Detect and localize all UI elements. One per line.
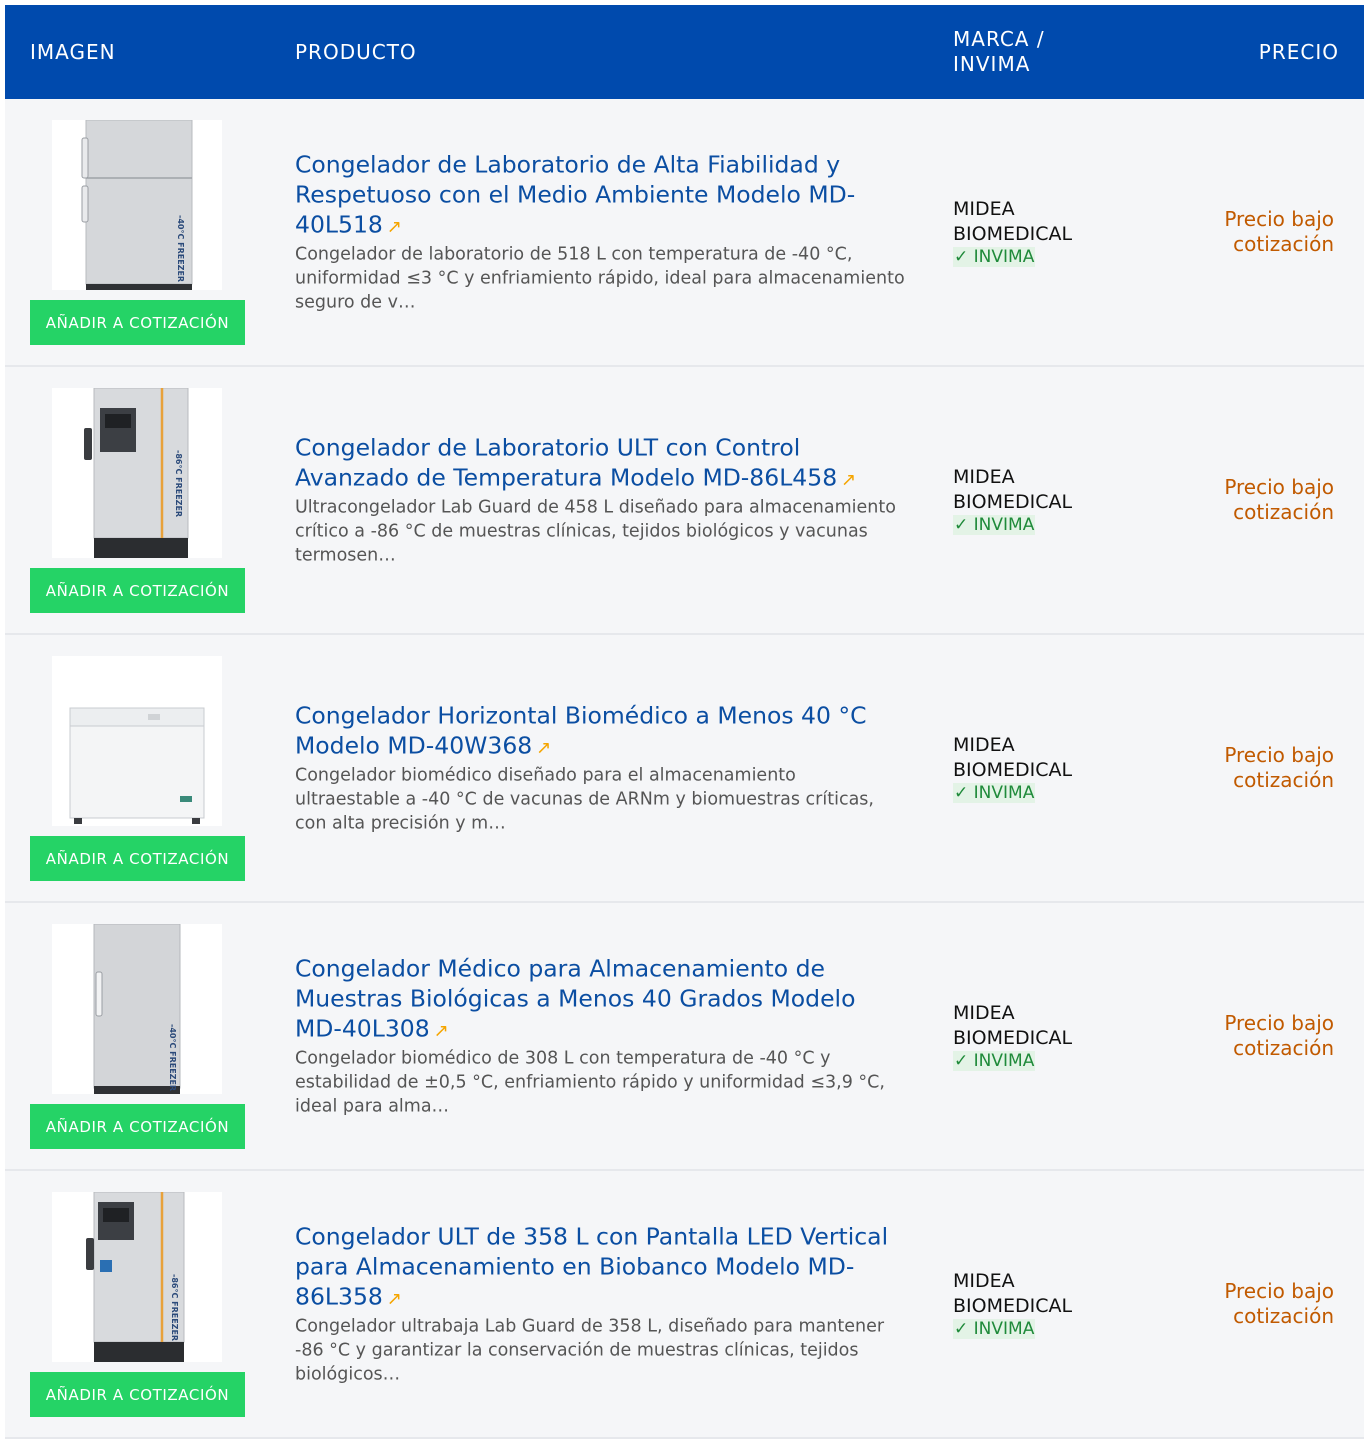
product-image[interactable] — [52, 656, 222, 826]
product-description: Ultracongelador Lab Guard de 458 L diseñ… — [295, 497, 896, 566]
upright-freezer-two-door-image: -40°C FREEZER — [81, 120, 193, 290]
product-description: Congelador ultrabaja Lab Guard de 358 L,… — [295, 1316, 885, 1385]
external-link-icon: ↗ — [433, 1020, 449, 1042]
price-text: Precio bajo cotización — [1224, 207, 1334, 256]
product-info: Congelador ULT de 358 L con Pantalla LED… — [295, 1222, 905, 1387]
external-link-icon: ↗ — [386, 216, 402, 238]
add-to-quote-button[interactable]: AÑADIR A COTIZACIÓN — [30, 300, 245, 345]
brand-name: MIDEA BIOMEDICAL — [953, 734, 1073, 781]
product-title: Congelador ULT de 358 L con Pantalla LED… — [295, 1222, 889, 1311]
external-link-icon: ↗ — [536, 737, 552, 759]
product-title: Congelador Médico para Almacenamiento de… — [295, 954, 856, 1043]
table-header: IMAGEN PRODUCTO MARCA / INVIMA PRECIO — [5, 5, 1364, 99]
ult-freezer-led-image: -86°C FREEZER — [86, 1192, 185, 1362]
svg-text:-40°C FREEZER: -40°C FREEZER — [176, 215, 185, 282]
add-to-quote-button[interactable]: AÑADIR A COTIZACIÓN — [30, 1372, 245, 1417]
invima-badge: ✓ INVIMA — [953, 1051, 1036, 1071]
brand-cell: MIDEA BIOMEDICAL ✓ INVIMA — [953, 1269, 1123, 1339]
upright-freezer-single-door-image: -40°C FREEZER — [93, 924, 181, 1094]
invima-badge: ✓ INVIMA — [953, 1319, 1036, 1339]
invima-badge: ✓ INVIMA — [953, 783, 1036, 803]
product-title-link[interactable]: Congelador de Laboratorio ULT con Contro… — [295, 433, 905, 496]
add-to-quote-button[interactable]: AÑADIR A COTIZACIÓN — [30, 568, 245, 613]
brand-name: MIDEA BIOMEDICAL — [953, 466, 1073, 513]
chest-freezer-image — [69, 707, 205, 824]
table-row: -40°C FREEZER AÑADIR A COTIZACIÓN Congel… — [5, 99, 1364, 367]
product-image[interactable]: -86°C FREEZER — [52, 1192, 222, 1362]
invima-badge: ✓ INVIMA — [953, 515, 1036, 535]
ult-freezer-image: -86°C FREEZER — [84, 388, 189, 558]
price-text: Precio bajo cotización — [1224, 1279, 1334, 1328]
svg-text:-86°C FREEZER: -86°C FREEZER — [170, 1274, 179, 1341]
product-image[interactable]: -40°C FREEZER — [52, 924, 222, 1094]
table-row: -86°C FREEZER AÑADIR A COTIZACIÓN Congel… — [5, 1171, 1364, 1439]
product-description: Congelador de laboratorio de 518 L con t… — [295, 244, 905, 313]
add-to-quote-button[interactable]: AÑADIR A COTIZACIÓN — [30, 1104, 245, 1149]
product-title-link[interactable]: Congelador Horizontal Biomédico a Menos … — [295, 701, 905, 764]
brand-cell: MIDEA BIOMEDICAL ✓ INVIMA — [953, 1001, 1123, 1071]
brand-cell: MIDEA BIOMEDICAL ✓ INVIMA — [953, 733, 1123, 803]
product-title: Congelador de Laboratorio ULT con Contro… — [295, 433, 838, 492]
brand-cell: MIDEA BIOMEDICAL ✓ INVIMA — [953, 197, 1123, 267]
product-image[interactable]: -40°C FREEZER — [52, 120, 222, 290]
product-image[interactable]: -86°C FREEZER — [52, 388, 222, 558]
external-link-icon: ↗ — [841, 469, 857, 491]
brand-cell: MIDEA BIOMEDICAL ✓ INVIMA — [953, 465, 1123, 535]
brand-name: MIDEA BIOMEDICAL — [953, 1270, 1073, 1317]
svg-text:-40°C FREEZER: -40°C FREEZER — [168, 1024, 177, 1091]
invima-badge: ✓ INVIMA — [953, 247, 1036, 267]
header-brand: MARCA / INVIMA — [953, 27, 1045, 76]
product-info: Congelador Horizontal Biomédico a Menos … — [295, 701, 905, 836]
table-row: AÑADIR A COTIZACIÓN Congelador Horizonta… — [5, 635, 1364, 903]
product-info: Congelador Médico para Almacenamiento de… — [295, 954, 905, 1119]
header-image: IMAGEN — [30, 40, 116, 64]
table-row: -40°C FREEZER AÑADIR A COTIZACIÓN Congel… — [5, 903, 1364, 1171]
price-text: Precio bajo cotización — [1224, 1011, 1334, 1060]
add-to-quote-button[interactable]: AÑADIR A COTIZACIÓN — [30, 836, 245, 881]
product-table: IMAGEN PRODUCTO MARCA / INVIMA PRECIO -4… — [5, 5, 1364, 1439]
price-text: Precio bajo cotización — [1224, 475, 1334, 524]
header-product: PRODUCTO — [295, 40, 417, 64]
svg-text:-86°C FREEZER: -86°C FREEZER — [174, 450, 183, 517]
product-info: Congelador de Laboratorio ULT con Contro… — [295, 433, 905, 568]
external-link-icon: ↗ — [386, 1288, 402, 1310]
product-info: Congelador de Laboratorio de Alta Fiabil… — [295, 150, 905, 315]
product-title-link[interactable]: Congelador ULT de 358 L con Pantalla LED… — [295, 1222, 905, 1315]
product-description: Congelador biomédico diseñado para el al… — [295, 765, 874, 834]
table-row: -86°C FREEZER AÑADIR A COTIZACIÓN Congel… — [5, 367, 1364, 635]
brand-name: MIDEA BIOMEDICAL — [953, 198, 1073, 245]
brand-name: MIDEA BIOMEDICAL — [953, 1002, 1073, 1049]
product-title: Congelador Horizontal Biomédico a Menos … — [295, 701, 867, 760]
header-price: PRECIO — [1258, 40, 1339, 64]
price-text: Precio bajo cotización — [1224, 743, 1334, 792]
product-title-link[interactable]: Congelador de Laboratorio de Alta Fiabil… — [295, 150, 905, 243]
product-description: Congelador biomédico de 308 L con temper… — [295, 1048, 885, 1117]
product-title-link[interactable]: Congelador Médico para Almacenamiento de… — [295, 954, 905, 1047]
product-title: Congelador de Laboratorio de Alta Fiabil… — [295, 150, 856, 239]
